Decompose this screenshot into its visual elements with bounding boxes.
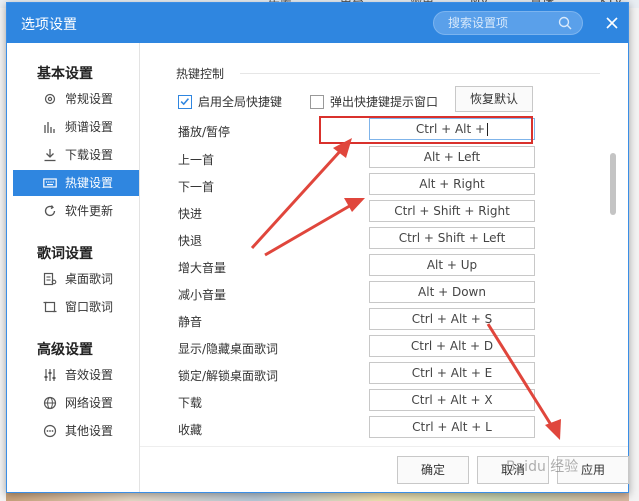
footer-divider — [140, 446, 628, 447]
enable-global-hotkeys-checkbox[interactable]: 启用全局快捷键 — [178, 93, 282, 111]
checkbox-box[interactable] — [310, 95, 324, 109]
sidebar-item-label: 窗口歌词 — [65, 300, 114, 314]
hotkey-field-download[interactable]: Ctrl + Alt + X — [369, 389, 535, 411]
desktop-lyrics-icon — [43, 272, 57, 286]
equalizer-icon — [44, 369, 56, 381]
close-icon[interactable] — [604, 15, 620, 31]
hotkey-field-favorite[interactable]: Ctrl + Alt + L — [369, 416, 535, 438]
background-app-bottom — [6, 493, 629, 501]
vertical-scrollbar[interactable] — [610, 153, 616, 215]
sidebar-item-desktop-lyrics[interactable]: 桌面歌词 — [13, 266, 139, 292]
hotkey-label: 快退 — [178, 234, 203, 248]
hotkey-label: 下一首 — [178, 180, 215, 194]
hotkey-field-lock-lyrics[interactable]: Ctrl + Alt + E — [369, 362, 535, 384]
sidebar-item-label: 网络设置 — [65, 396, 114, 410]
sidebar-item-general[interactable]: 常规设置 — [13, 86, 139, 112]
hotkey-field-mute[interactable]: Ctrl + Alt + S — [369, 308, 535, 330]
hotkey-label: 静音 — [178, 315, 203, 329]
section-title: 热键控制 — [176, 67, 225, 81]
sidebar-item-other[interactable]: 其他设置 — [13, 418, 139, 444]
sidebar-item-label: 其他设置 — [65, 424, 114, 438]
hotkey-label: 减小音量 — [178, 288, 227, 302]
annotation-highlight-box — [319, 116, 533, 144]
watermark: Baidu 经验 — [506, 459, 579, 475]
sidebar-item-label: 软件更新 — [65, 204, 114, 218]
sidebar-item-network[interactable]: 网络设置 — [13, 390, 139, 416]
hotkey-label: 增大音量 — [178, 261, 227, 275]
dialog-title: 选项设置 — [21, 17, 77, 33]
sidebar-item-label: 音效设置 — [65, 368, 114, 382]
ok-button[interactable]: 确定 — [397, 456, 469, 484]
hotkey-label: 收藏 — [178, 423, 203, 437]
spectrum-icon — [44, 122, 55, 133]
hotkey-label: 快进 — [178, 207, 203, 221]
globe-icon — [43, 396, 57, 410]
hotkey-field-toggle-lyrics[interactable]: Ctrl + Alt + D — [369, 335, 535, 357]
settings-sidebar: 基本设置 常规设置 频谱设置 下载设置 热键设置 软件更新 歌词设置 桌面歌词 — [7, 43, 139, 492]
background-app-right — [629, 8, 639, 501]
sidebar-item-sound-effects[interactable]: 音效设置 — [13, 362, 139, 388]
gear-icon — [44, 93, 56, 105]
sidebar-item-label: 下载设置 — [65, 148, 114, 162]
checkbox-label: 启用全局快捷键 — [198, 95, 283, 109]
group-title-advanced: 高级设置 — [37, 342, 93, 358]
sidebar-item-label: 频谱设置 — [65, 120, 114, 134]
hotkey-settings-panel: 热键控制 启用全局快捷键 弹出快捷键提示窗口 恢复默认 播放/暂停 Ctrl +… — [140, 43, 629, 492]
sidebar-item-hotkeys[interactable]: 热键设置 — [13, 170, 139, 196]
restore-default-button[interactable]: 恢复默认 — [455, 86, 533, 112]
hotkey-field-next[interactable]: Alt + Right — [369, 173, 535, 195]
more-icon — [43, 424, 57, 438]
hotkey-label: 锁定/解锁桌面歌词 — [178, 369, 279, 383]
sidebar-item-label: 常规设置 — [65, 92, 114, 106]
sidebar-item-label: 桌面歌词 — [65, 272, 114, 286]
checkbox-label: 弹出快捷键提示窗口 — [330, 95, 439, 109]
show-hotkey-tip-checkbox[interactable]: 弹出快捷键提示窗口 — [310, 93, 438, 111]
window-lyrics-icon — [43, 301, 57, 313]
hotkey-field-fast-forward[interactable]: Ctrl + Shift + Right — [369, 200, 535, 222]
search-input[interactable]: 搜索设置项 — [433, 11, 583, 35]
sidebar-item-update[interactable]: 软件更新 — [13, 198, 139, 224]
search-icon[interactable] — [558, 16, 572, 30]
refresh-icon — [44, 205, 56, 217]
title-bar[interactable]: 选项设置 搜索设置项 — [7, 3, 628, 43]
hotkey-field-volume-up[interactable]: Alt + Up — [369, 254, 535, 276]
section-divider — [240, 73, 600, 74]
hotkey-label: 显示/隐藏桌面歌词 — [178, 342, 279, 356]
sidebar-item-label: 热键设置 — [65, 176, 114, 190]
group-title-lyrics: 歌词设置 — [37, 246, 93, 262]
hotkey-field-volume-down[interactable]: Alt + Down — [369, 281, 535, 303]
sidebar-item-download[interactable]: 下载设置 — [13, 142, 139, 168]
search-placeholder: 搜索设置项 — [448, 16, 509, 30]
hotkey-field-rewind[interactable]: Ctrl + Shift + Left — [369, 227, 535, 249]
sidebar-item-spectrum[interactable]: 频谱设置 — [13, 114, 139, 140]
hotkey-label: 上一首 — [178, 153, 215, 167]
checkmark-icon — [180, 98, 190, 106]
options-dialog: 选项设置 搜索设置项 基本设置 常规设置 频谱设置 下载设置 热键设置 软件更新… — [6, 2, 629, 493]
hotkey-field-previous[interactable]: Alt + Left — [369, 146, 535, 168]
keyboard-icon — [43, 178, 57, 188]
sidebar-item-window-lyrics[interactable]: 窗口歌词 — [13, 294, 139, 320]
hotkey-label: 播放/暂停 — [178, 125, 231, 139]
group-title-basic: 基本设置 — [37, 66, 93, 82]
checkbox-box[interactable] — [178, 95, 192, 109]
hotkey-label: 下载 — [178, 396, 203, 410]
download-icon — [44, 149, 56, 162]
